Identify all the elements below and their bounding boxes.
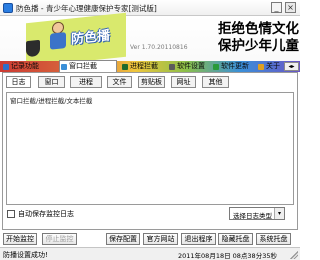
window-block-panel: 日志 窗口 进程 文件 剪贴板 网址 其他 窗口拦截/进程拦截/文本拦截 自动保… <box>2 72 298 230</box>
status-datetime: 2011年08月18日 08点38分35秒 <box>178 252 277 260</box>
log-header: 窗口拦截/进程拦截/文本拦截 <box>10 97 93 105</box>
tab-software-settings[interactable]: 软件设置 <box>168 61 205 72</box>
status-bar: 防播设置成功! 2011年08月18日 08点38分35秒 <box>0 247 300 260</box>
subtab-clipboard[interactable]: 剪贴板 <box>138 76 165 88</box>
process-icon <box>122 64 128 70</box>
about-icon <box>258 64 264 70</box>
status-message: 防播设置成功! <box>3 251 48 259</box>
tab-window-block[interactable]: 窗口拦截 <box>59 60 117 72</box>
shield-icon <box>26 39 40 58</box>
subtab-other[interactable]: 其他 <box>202 76 229 88</box>
dropdown-arrow-icon[interactable]: ▾ <box>274 208 284 219</box>
version-label: Ver 1.70.20110816 <box>130 44 188 51</box>
hide-tray-button[interactable]: 隐藏托盘 <box>218 233 253 245</box>
close-button[interactable]: × <box>285 2 296 13</box>
window-title: 防色播 - 青少年心理健康保护专家[测试版] <box>16 4 157 13</box>
header-banner: 防色播 Ver 1.70.20110816 拒绝色情文化 保护少年儿童 <box>0 12 300 68</box>
child-mascot-icon <box>48 21 68 51</box>
log-type-select[interactable]: 选择日志类型 ▾ <box>229 207 285 220</box>
tab-about[interactable]: 关于 <box>257 61 280 72</box>
subtab-log[interactable]: 日志 <box>6 76 31 88</box>
slogan-line-2: 保护少年儿童 <box>218 38 299 54</box>
update-icon <box>213 64 219 70</box>
start-monitor-button[interactable]: 开始监控 <box>3 233 37 245</box>
auto-save-label: 自动保存监控日志 <box>18 210 74 218</box>
system-tray-button[interactable]: 系统托盘 <box>256 233 291 245</box>
slogan-line-1: 拒绝色情文化 <box>218 21 299 37</box>
stop-monitor-button[interactable]: 停止监控 <box>42 233 77 245</box>
slogan: 拒绝色情文化 保护少年儿童 <box>218 21 299 57</box>
save-config-button[interactable]: 保存配置 <box>106 233 140 245</box>
subtab-file[interactable]: 文件 <box>107 76 132 88</box>
log-icon <box>3 64 9 70</box>
subtab-window[interactable]: 窗口 <box>38 76 65 88</box>
main-tab-strip: 记录功能 窗口拦截 进程拦截 软件设置 软件更新 关于 ◂▸ <box>0 60 300 72</box>
tab-process-block[interactable]: 进程拦截 <box>121 61 158 72</box>
official-site-button[interactable]: 官方网站 <box>143 233 178 245</box>
app-icon <box>3 3 13 13</box>
resize-grip-icon[interactable] <box>290 251 298 259</box>
window-icon <box>61 64 67 70</box>
log-textarea[interactable]: 窗口拦截/进程拦截/文本拦截 <box>6 92 294 205</box>
auto-save-checkbox[interactable] <box>7 210 15 218</box>
tab-scroll-arrows[interactable]: ◂▸ <box>284 62 299 71</box>
log-type-value: 选择日志类型 <box>233 212 272 220</box>
exit-button[interactable]: 退出程序 <box>181 233 216 245</box>
minimize-button[interactable]: _ <box>271 2 282 13</box>
tab-record[interactable]: 记录功能 <box>2 61 39 72</box>
subtab-process[interactable]: 进程 <box>70 76 102 88</box>
settings-icon <box>169 64 175 70</box>
subtab-url[interactable]: 网址 <box>171 76 196 88</box>
title-bar[interactable]: 防色播 - 青少年心理健康保护专家[测试版] _ × <box>0 0 300 16</box>
tab-software-update[interactable]: 软件更新 <box>212 61 249 72</box>
logo-text: 防色播 <box>71 28 111 48</box>
